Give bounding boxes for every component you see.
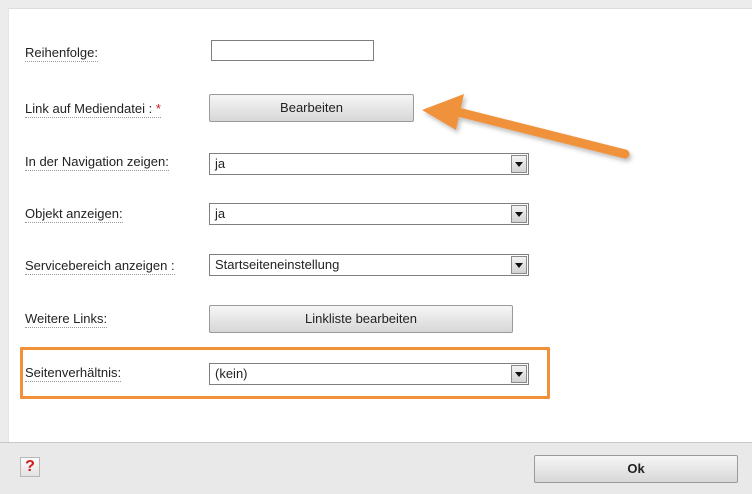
edit-link-list-button[interactable]: Linkliste bearbeiten (209, 305, 513, 333)
more-links-label: Weitere Links: (25, 311, 108, 328)
aspect-ratio-select[interactable]: (kein) (209, 363, 529, 385)
edit-media-button[interactable]: Bearbeiten (209, 94, 414, 122)
show-service-area-select[interactable]: Startseiteneinstellung (209, 254, 529, 276)
show-object-label: Objekt anzeigen: (25, 206, 123, 223)
show-service-area-value: Startseiteneinstellung (215, 257, 340, 272)
media-link-label-text: Link auf Mediendatei : (25, 101, 153, 116)
show-in-navigation-value: ja (215, 156, 226, 171)
show-object-value: ja (215, 206, 226, 221)
show-in-navigation-label: In der Navigation zeigen: (25, 154, 169, 171)
media-link-label: Link auf Mediendatei : * (25, 101, 161, 118)
aspect-ratio-label: Seitenverhältnis: (25, 365, 122, 382)
dropdown-arrow-icon[interactable] (511, 205, 527, 223)
required-mark: * (155, 101, 161, 116)
help-icon-glyph: ? (25, 458, 35, 475)
annotation-arrow (422, 94, 630, 159)
order-input[interactable] (211, 40, 374, 61)
help-icon[interactable]: ? (20, 457, 40, 477)
ok-button[interactable]: Ok (534, 455, 738, 483)
show-object-select[interactable]: ja (209, 203, 529, 225)
dropdown-arrow-icon[interactable] (511, 365, 527, 383)
order-label: Reihenfolge: (25, 45, 98, 62)
dropdown-arrow-icon[interactable] (511, 256, 527, 274)
aspect-ratio-value: (kein) (215, 366, 248, 381)
show-service-area-label: Servicebereich anzeigen : (25, 258, 175, 275)
